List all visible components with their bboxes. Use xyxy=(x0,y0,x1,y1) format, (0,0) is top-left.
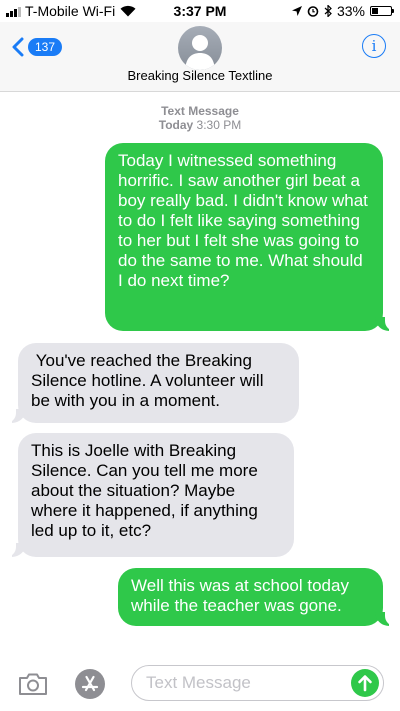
camera-icon[interactable] xyxy=(18,673,48,695)
send-button[interactable] xyxy=(351,669,379,697)
battery-percent: 33% xyxy=(336,3,365,19)
info-button[interactable]: i xyxy=(362,34,386,58)
conversation-header: 137 Breaking Silence Textline i xyxy=(0,22,400,92)
bubble-tail xyxy=(375,315,399,331)
message-bubble-sent[interactable]: Today I witnessed something horrific. I … xyxy=(105,143,399,331)
message-text: This is Joelle with Breaking Silence. Ca… xyxy=(31,441,258,540)
message-text: Today I witnessed something horrific. I … xyxy=(118,151,368,290)
message-text: You've reached the Breaking Silence hotl… xyxy=(31,351,269,410)
thread-timestamp: Text Message Today 3:30 PM xyxy=(0,104,400,132)
contact-name[interactable]: Breaking Silence Textline xyxy=(0,68,400,83)
bubble-tail xyxy=(375,610,399,626)
chevron-left-icon xyxy=(12,37,24,57)
bubble-tail xyxy=(2,541,26,557)
message-bubble-received[interactable]: This is Joelle with Breaking Silence. Ca… xyxy=(2,433,294,557)
status-right: 33% xyxy=(291,3,394,19)
alarm-icon xyxy=(307,6,319,17)
app-store-icon[interactable] xyxy=(74,668,106,700)
person-silhouette-icon xyxy=(185,35,215,70)
message-input[interactable] xyxy=(146,666,346,700)
message-bubble-received[interactable]: You've reached the Breaking Silence hotl… xyxy=(2,343,299,423)
timestamp-line: Today 3:30 PM xyxy=(0,118,400,132)
timestamp-time: 3:30 PM xyxy=(196,118,242,132)
location-arrow-icon xyxy=(291,6,302,16)
unread-count-badge: 137 xyxy=(28,38,63,56)
battery-icon xyxy=(370,6,394,16)
status-bar: T-Mobile Wi-Fi 3:37 PM 33% xyxy=(0,0,400,22)
message-field[interactable] xyxy=(131,665,384,701)
message-text: Well this was at school today while the … xyxy=(131,576,349,615)
battery-fill xyxy=(372,8,378,14)
timestamp-day: Today xyxy=(158,118,194,132)
service-label: Text Message xyxy=(161,104,239,118)
message-bubble-sent[interactable]: Well this was at school today while the … xyxy=(118,568,399,626)
bubble-tail xyxy=(2,407,26,423)
arrow-up-icon xyxy=(358,675,372,692)
bluetooth-icon xyxy=(324,5,332,17)
contact-avatar[interactable] xyxy=(178,26,222,70)
back-button[interactable]: 137 xyxy=(12,37,63,57)
message-composer xyxy=(0,653,400,711)
